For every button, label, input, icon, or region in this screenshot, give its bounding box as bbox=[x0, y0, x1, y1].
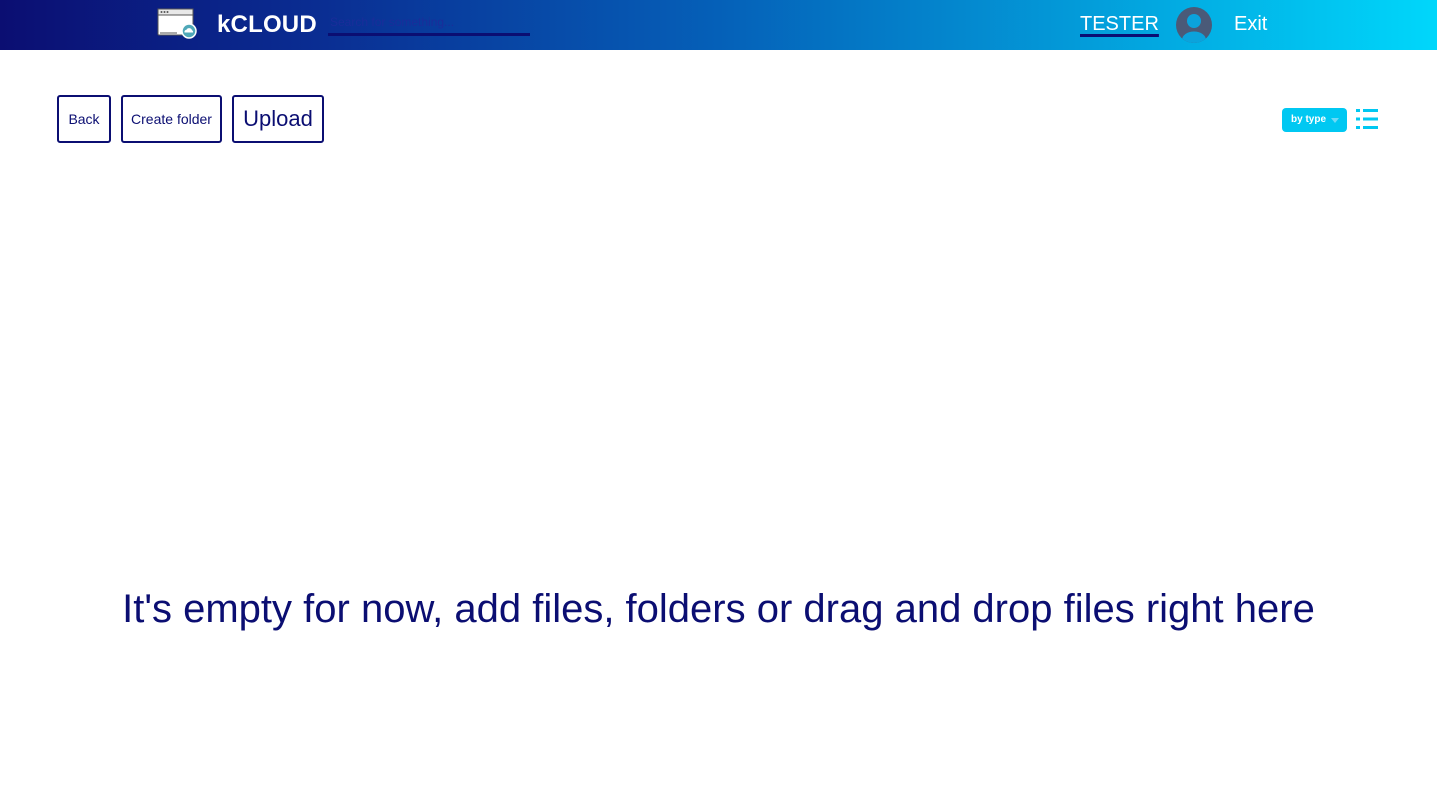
username-link[interactable]: TESTER bbox=[1080, 12, 1159, 36]
empty-state-message: It's empty for now, add files, folders o… bbox=[122, 587, 1315, 631]
chevron-down-icon bbox=[1331, 118, 1339, 123]
brand-name: kCLOUD bbox=[217, 11, 317, 38]
browser-window-cloud-icon[interactable] bbox=[157, 7, 197, 39]
user-avatar-icon[interactable] bbox=[1176, 7, 1212, 43]
exit-button[interactable]: Exit bbox=[1234, 12, 1267, 36]
top-navbar: kCLOUD TESTER Exit bbox=[0, 0, 1437, 50]
create-folder-button[interactable]: Create folder bbox=[121, 95, 222, 143]
sort-dropdown[interactable]: by type bbox=[1282, 108, 1347, 132]
sort-dropdown-label: by type bbox=[1291, 114, 1327, 125]
back-button[interactable]: Back bbox=[57, 95, 111, 143]
list-view-icon[interactable] bbox=[1356, 108, 1378, 130]
search-input[interactable] bbox=[328, 11, 530, 36]
upload-button[interactable]: Upload bbox=[232, 95, 324, 143]
